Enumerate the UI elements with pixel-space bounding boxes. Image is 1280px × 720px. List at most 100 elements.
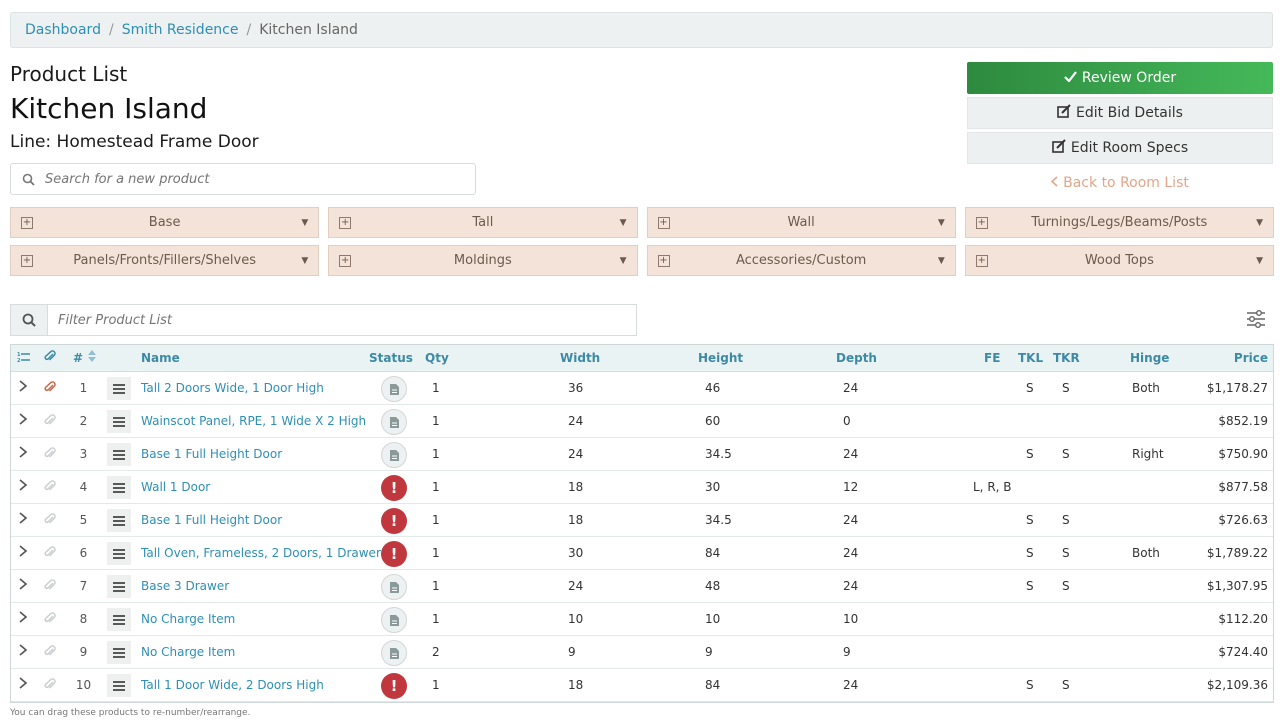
category-wood-tops[interactable]: + Wood Tops ▼ — [964, 245, 1274, 276]
document-icon — [389, 581, 399, 593]
chevron-right-icon[interactable] — [19, 479, 28, 495]
edit-bid-details-label: Edit Bid Details — [1076, 105, 1183, 121]
product-name-link[interactable]: Base 1 Full Height Door — [141, 513, 282, 527]
table-row[interactable]: 7 Base 3 Drawer 1 24 48 24 S S $1,307.95 — [11, 570, 1273, 603]
table-row[interactable]: 6 Tall Oven, Frameless, 2 Doors, 1 Drawer… — [11, 537, 1273, 570]
product-name-link[interactable]: Wainscot Panel, RPE, 1 Wide X 2 High — [141, 414, 366, 428]
width-value: 24 — [568, 414, 584, 428]
status-badge[interactable] — [381, 607, 407, 633]
status-badge[interactable] — [381, 574, 407, 600]
drag-handle-icon[interactable] — [107, 674, 131, 697]
category-moldings[interactable]: + Moldings ▼ — [328, 245, 638, 276]
chevron-right-icon[interactable] — [19, 677, 28, 693]
paperclip-icon[interactable] — [44, 546, 56, 562]
drag-handle-icon[interactable] — [107, 377, 131, 400]
table-row[interactable]: 5 Base 1 Full Height Door! 1 18 34.5 24 S S $726… — [11, 504, 1273, 537]
chevron-right-icon[interactable] — [19, 611, 28, 627]
product-name-link[interactable]: Tall 1 Door Wide, 2 Doors High — [141, 678, 324, 692]
category-accessories[interactable]: + Accessories/Custom ▼ — [646, 245, 956, 276]
paperclip-icon[interactable] — [44, 678, 56, 694]
drag-handle-icon[interactable] — [107, 509, 131, 532]
status-badge[interactable] — [381, 640, 407, 666]
status-badge[interactable]: ! — [381, 673, 407, 699]
document-icon — [389, 449, 399, 461]
category-turnings[interactable]: + Turnings/Legs/Beams/Posts ▼ — [964, 207, 1274, 238]
sort-icon[interactable] — [88, 350, 96, 365]
table-row[interactable]: 3 Base 1 Full Height Door 1 24 34.5 24 S S Right… — [11, 438, 1273, 471]
filter-search-button[interactable] — [11, 305, 48, 335]
paperclip-icon[interactable] — [44, 579, 56, 595]
product-name-link[interactable]: No Charge Item — [141, 612, 235, 626]
header-depth[interactable]: Depth — [836, 351, 877, 365]
header-width[interactable]: Width — [560, 351, 600, 365]
table-row[interactable]: 2 Wainscot Panel, RPE, 1 Wide X 2 High 1 24… — [11, 405, 1273, 438]
chevron-right-icon[interactable] — [19, 512, 28, 528]
paperclip-icon[interactable] — [44, 612, 56, 628]
status-badge[interactable] — [381, 409, 407, 435]
category-wall[interactable]: + Wall ▼ — [646, 207, 956, 238]
product-name-link[interactable]: No Charge Item — [141, 645, 235, 659]
status-badge[interactable]: ! — [381, 541, 407, 567]
chevron-right-icon[interactable] — [19, 578, 28, 594]
document-icon — [389, 647, 399, 659]
breadcrumb-dashboard[interactable]: Dashboard — [25, 22, 101, 38]
paperclip-icon[interactable] — [44, 513, 56, 529]
product-name-link[interactable]: Base 1 Full Height Door — [141, 447, 282, 461]
height-value: 60 — [705, 414, 721, 428]
table-row[interactable]: 1 Tall 2 Doors Wide, 1 Door High 1 36 46 24 S S… — [11, 372, 1273, 405]
filter-product-input[interactable] — [48, 305, 636, 335]
product-search-input[interactable] — [45, 171, 465, 187]
paperclip-icon[interactable] — [44, 645, 56, 661]
chevron-right-icon[interactable] — [19, 413, 28, 429]
header-tkr[interactable]: TKR — [1053, 351, 1080, 365]
drag-handle-icon[interactable] — [107, 641, 131, 664]
edit-room-specs-button[interactable]: Edit Room Specs — [967, 132, 1273, 164]
paperclip-icon[interactable] — [44, 381, 56, 397]
category-tall[interactable]: + Tall ▼ — [328, 207, 638, 238]
drag-handle-icon[interactable] — [107, 542, 131, 565]
edit-bid-details-button[interactable]: Edit Bid Details — [967, 97, 1273, 129]
chevron-right-icon[interactable] — [19, 446, 28, 462]
table-row[interactable]: 9 No Charge Item 2 9 9 9 $724.40 — [11, 636, 1273, 669]
category-panels[interactable]: + Panels/Fronts/Fillers/Shelves ▼ — [10, 245, 320, 276]
product-name-link[interactable]: Tall Oven, Frameless, 2 Doors, 1 Drawer — [141, 546, 381, 560]
column-settings-icon[interactable] — [1246, 310, 1266, 332]
status-badge[interactable] — [381, 442, 407, 468]
product-name-link[interactable]: Tall 2 Doors Wide, 1 Door High — [141, 381, 324, 395]
drag-handle-icon[interactable] — [107, 410, 131, 433]
header-price[interactable]: Price — [1234, 351, 1268, 365]
status-badge[interactable]: ! — [381, 508, 407, 534]
table-row[interactable]: 4 Wall 1 Door! 1 18 30 12 L, R, B $877.58 — [11, 471, 1273, 504]
drag-handle-icon[interactable] — [107, 476, 131, 499]
header-name[interactable]: Name — [141, 351, 180, 365]
status-badge[interactable] — [381, 376, 407, 402]
table-row[interactable]: 8 No Charge Item 1 10 10 10 $112.20 — [11, 603, 1273, 636]
ordered-list-icon[interactable]: 12 — [17, 351, 30, 366]
status-badge[interactable]: ! — [381, 475, 407, 501]
chevron-right-icon[interactable] — [19, 644, 28, 660]
product-name-link[interactable]: Base 3 Drawer — [141, 579, 229, 593]
header-hinge[interactable]: Hinge — [1130, 351, 1169, 365]
width-value: 36 — [568, 381, 584, 395]
paperclip-icon[interactable] — [44, 447, 56, 463]
paperclip-icon[interactable] — [44, 414, 56, 430]
error-icon: ! — [390, 545, 398, 563]
header-fe[interactable]: FE — [984, 351, 1000, 365]
header-qty[interactable]: Qty — [425, 351, 449, 365]
plus-icon: + — [21, 254, 33, 267]
breadcrumb-smith-residence[interactable]: Smith Residence — [122, 22, 239, 38]
chevron-right-icon[interactable] — [19, 545, 28, 561]
drag-handle-icon[interactable] — [107, 575, 131, 598]
header-height[interactable]: Height — [698, 351, 743, 365]
chevron-right-icon[interactable] — [19, 380, 28, 396]
header-status[interactable]: Status — [369, 351, 413, 365]
drag-handle-icon[interactable] — [107, 608, 131, 631]
drag-handle-icon[interactable] — [107, 443, 131, 466]
review-order-button[interactable]: Review Order — [967, 62, 1273, 94]
product-name-link[interactable]: Wall 1 Door — [141, 480, 210, 494]
header-tkl[interactable]: TKL — [1018, 351, 1043, 365]
table-row[interactable]: 10 Tall 1 Door Wide, 2 Doors High! 1 18 84 24… — [11, 669, 1273, 702]
category-base[interactable]: + Base ▼ — [10, 207, 320, 238]
back-to-room-list-link[interactable]: Back to Room List — [967, 167, 1273, 199]
paperclip-icon[interactable] — [44, 480, 56, 496]
